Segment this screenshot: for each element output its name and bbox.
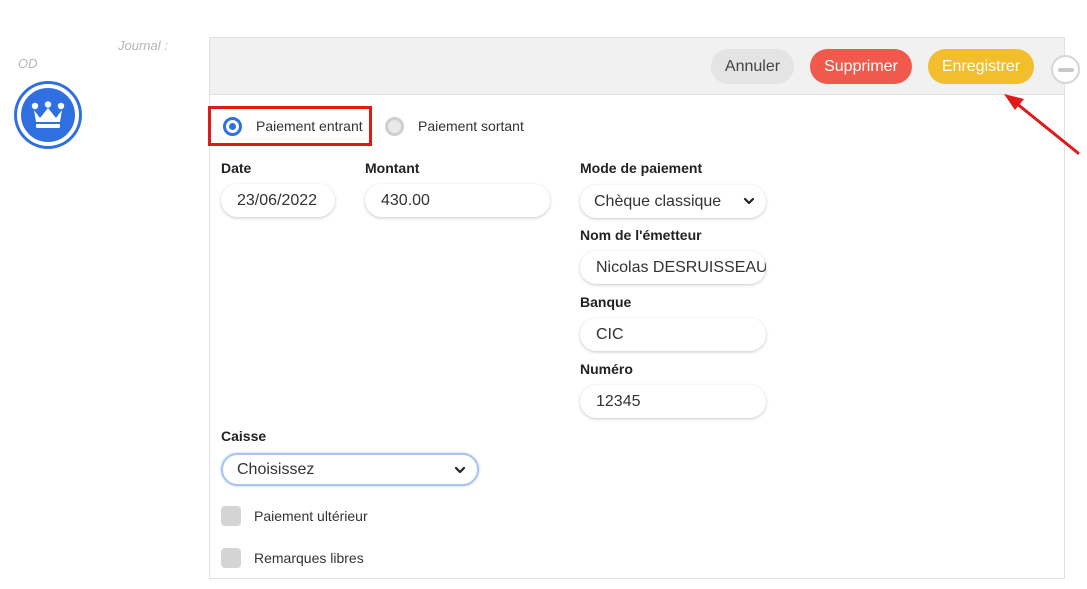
radio-label-entrant: Paiement entrant bbox=[256, 118, 363, 134]
mode-paiement-value: Chèque classique bbox=[594, 192, 722, 210]
nom-emetteur-label: Nom de l'émetteur bbox=[580, 227, 702, 243]
montant-field[interactable]: 430.00 bbox=[365, 184, 550, 217]
mode-paiement-label: Mode de paiement bbox=[580, 160, 703, 176]
caisse-value: Choisissez bbox=[237, 460, 315, 478]
checkbox-icon bbox=[221, 548, 241, 568]
payment-form-card: Annuler Supprimer Enregistrer Paiement e… bbox=[208, 37, 1080, 579]
chevron-down-icon bbox=[743, 197, 755, 205]
minus-circle-icon bbox=[1057, 67, 1074, 72]
banque-field[interactable]: CIC bbox=[580, 318, 766, 351]
caisse-select[interactable]: Choisissez bbox=[221, 453, 479, 486]
caisse-label: Caisse bbox=[221, 428, 267, 444]
journal-value: OD bbox=[18, 56, 38, 71]
form-toolbar: Annuler Supprimer Enregistrer bbox=[210, 38, 1080, 95]
paiement-ulterieur-checkbox[interactable]: Paiement ultérieur bbox=[221, 506, 368, 526]
checkbox-icon bbox=[221, 506, 241, 526]
collapse-button[interactable] bbox=[1051, 55, 1080, 84]
numero-field[interactable]: 12345 bbox=[580, 385, 766, 418]
banque-label: Banque bbox=[580, 294, 632, 310]
journal-label: Journal : bbox=[118, 38, 168, 53]
cancel-button[interactable]: Annuler bbox=[711, 49, 794, 84]
radio-unselected-icon bbox=[385, 116, 404, 136]
paiement-ulterieur-label: Paiement ultérieur bbox=[254, 508, 368, 524]
logo bbox=[17, 84, 79, 146]
date-label: Date bbox=[221, 160, 252, 176]
date-field[interactable]: 23/06/2022 bbox=[221, 184, 335, 217]
radio-paiement-entrant[interactable]: Paiement entrant bbox=[208, 106, 372, 146]
remarques-libres-label: Remarques libres bbox=[254, 550, 364, 566]
radio-paiement-sortant[interactable]: Paiement sortant bbox=[383, 106, 524, 146]
save-button[interactable]: Enregistrer bbox=[928, 49, 1034, 84]
radio-selected-icon bbox=[223, 116, 242, 136]
remarques-libres-checkbox[interactable]: Remarques libres bbox=[221, 548, 364, 568]
delete-button[interactable]: Supprimer bbox=[810, 49, 912, 84]
mode-paiement-select[interactable]: Chèque classique bbox=[580, 185, 766, 218]
numero-label: Numéro bbox=[580, 361, 633, 377]
crown-icon bbox=[31, 101, 65, 128]
nom-emetteur-field[interactable]: Nicolas DESRUISSEAUX bbox=[580, 251, 766, 284]
radio-label-sortant: Paiement sortant bbox=[418, 118, 524, 134]
chevron-down-icon bbox=[454, 466, 466, 474]
montant-label: Montant bbox=[365, 160, 420, 176]
